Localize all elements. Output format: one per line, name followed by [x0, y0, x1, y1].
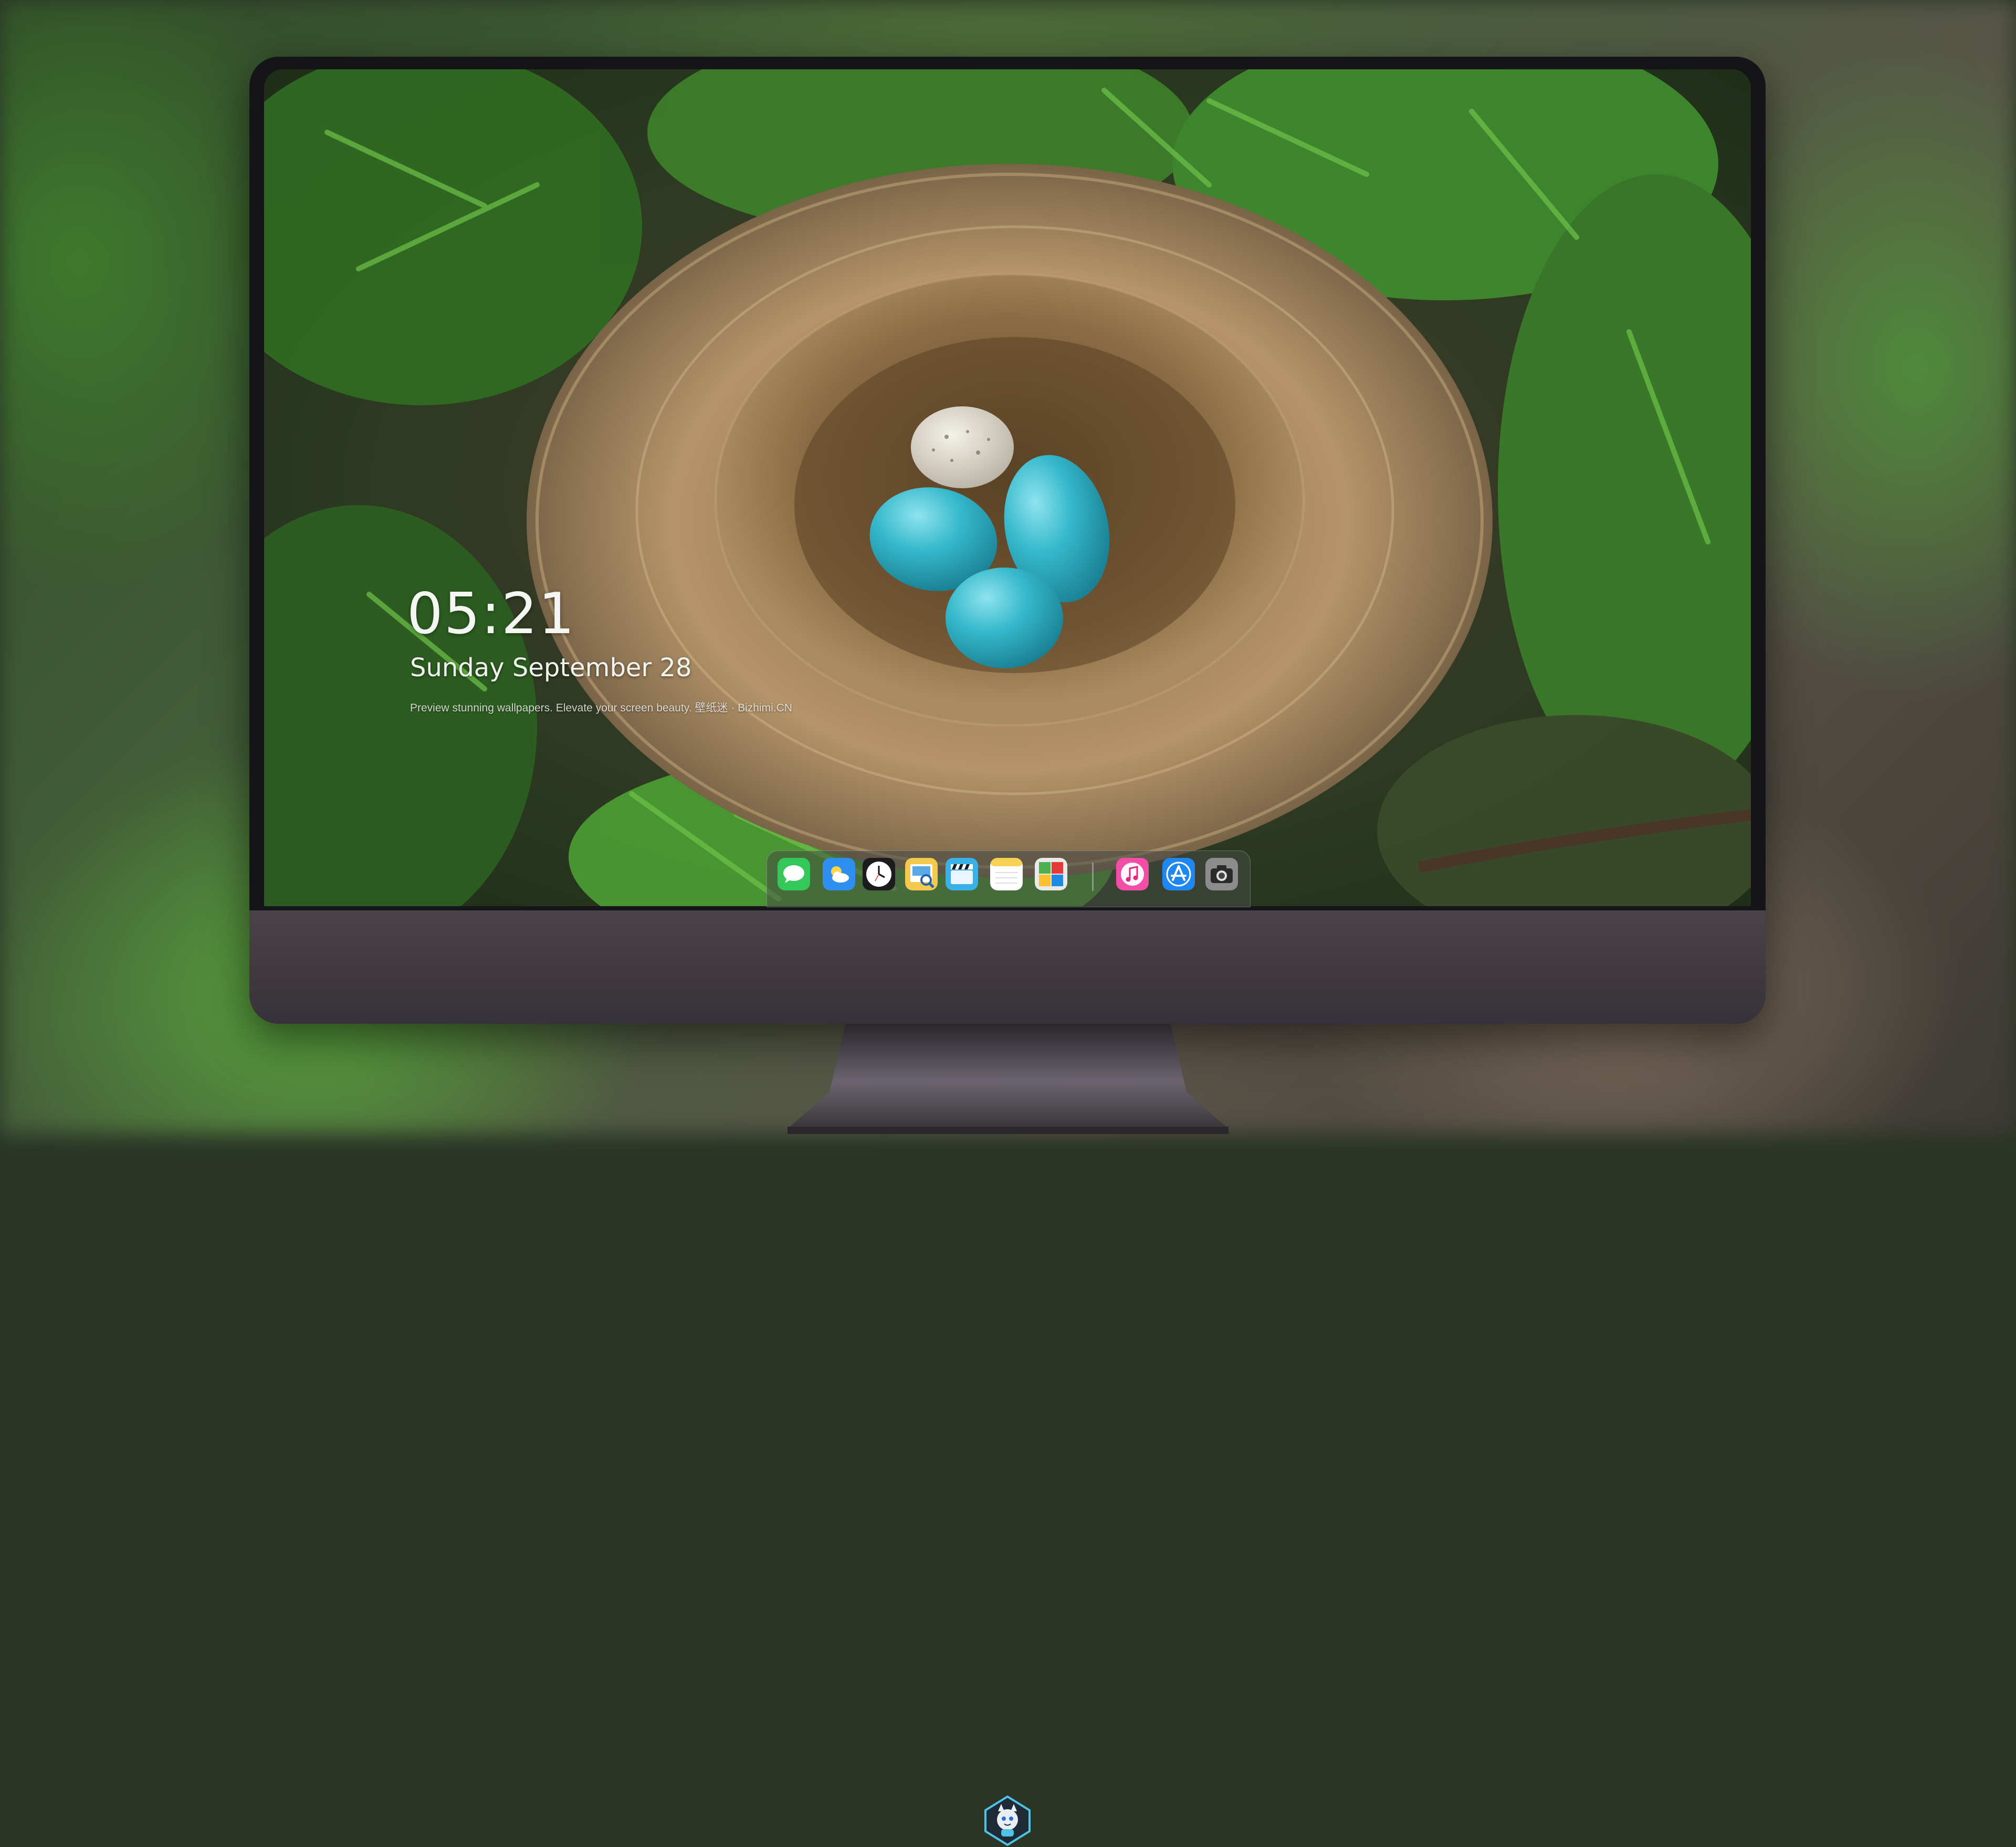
weather-icon[interactable] [823, 858, 855, 890]
mascot-logo-icon [984, 1795, 1031, 1846]
camera-icon[interactable] [1205, 858, 1238, 890]
notes-icon[interactable] [990, 858, 1023, 890]
app-store-icon[interactable] [1162, 858, 1195, 890]
photo-booth-icon[interactable] [1035, 858, 1067, 890]
wallpaper-tagline: Preview stunning wallpapers. Elevate you… [410, 702, 792, 714]
lock-screen-date: Sunday September 28 [410, 653, 692, 683]
music-icon[interactable] [1116, 858, 1149, 890]
clips-icon[interactable] [946, 858, 978, 890]
messages-icon[interactable] [778, 858, 810, 890]
dock-separator [1092, 863, 1094, 891]
monitor-stand [788, 1024, 1228, 1134]
lock-screen-time: 05:21 [407, 581, 576, 647]
clock-icon[interactable] [863, 858, 895, 890]
monitor-chin [249, 910, 1766, 1846]
screen: 05:21 Sunday September 28 Preview stunni… [264, 69, 1751, 906]
preview-icon[interactable] [905, 858, 938, 890]
wallpaper [264, 69, 1751, 906]
